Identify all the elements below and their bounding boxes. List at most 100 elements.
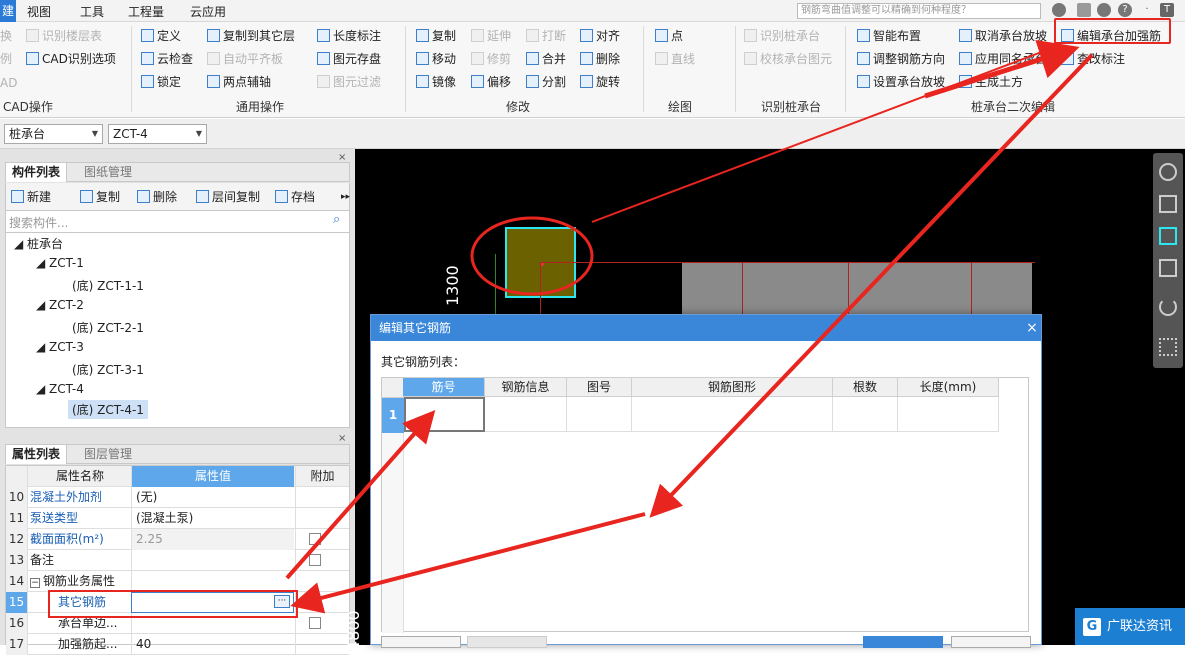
user-avatar-icon[interactable]: [1052, 3, 1066, 17]
cell-count[interactable]: [833, 397, 898, 432]
view-3d-icon[interactable]: [1159, 195, 1177, 213]
close-icon[interactable]: ×: [338, 433, 346, 444]
component-name-select[interactable]: ZCT-4 ▼: [108, 124, 207, 144]
draw-line-button[interactable]: 直线: [655, 50, 695, 68]
dialog-button-left-2[interactable]: [467, 636, 547, 648]
grid-view-icon[interactable]: [1159, 338, 1177, 356]
cad-options-button[interactable]: CAD识别选项: [26, 50, 116, 68]
copy-between-floors-button[interactable]: 层间复制: [196, 188, 260, 206]
help-icon[interactable]: ?: [1118, 3, 1132, 17]
tree-leaf[interactable]: (底) ZCT-2-1: [72, 319, 144, 336]
more-icon[interactable]: ·: [1140, 3, 1154, 17]
col-count[interactable]: 根数: [833, 377, 898, 397]
cancel-slope-button[interactable]: 取消承台放坡: [959, 27, 1047, 45]
adjust-rebar-direction-button[interactable]: 调整钢筋方向: [857, 50, 945, 68]
orbit-icon[interactable]: [1159, 163, 1177, 181]
split-button[interactable]: 分割: [526, 73, 566, 91]
tab-layer-manage[interactable]: 图层管理: [78, 445, 138, 464]
menu-quantity[interactable]: 工程量: [128, 3, 164, 20]
new-component-button[interactable]: 新建: [11, 188, 51, 206]
archive-button[interactable]: 存档: [275, 188, 315, 206]
delete-component-button[interactable]: 删除: [137, 188, 177, 206]
tree-group[interactable]: ◢ ZCT-3: [36, 340, 84, 354]
help-search-input[interactable]: 钢筋弯曲值调整可以精确到何种程度？: [797, 3, 1041, 19]
edit-annotation-button[interactable]: 查改标注: [1061, 50, 1125, 68]
dialog-cancel-button[interactable]: [951, 636, 1031, 648]
extra-checkbox[interactable]: [309, 554, 321, 566]
draw-point-button[interactable]: 点: [655, 27, 683, 45]
tree-group[interactable]: ◢ ZCT-1: [36, 256, 84, 270]
length-dimension-button[interactable]: 长度标注: [317, 27, 381, 45]
tab-property-list[interactable]: 属性列表: [6, 445, 68, 464]
cell-figure-number[interactable]: [567, 397, 632, 432]
shirt-icon[interactable]: T: [1160, 3, 1174, 17]
extra-checkbox[interactable]: [309, 533, 321, 545]
property-value[interactable]: (无): [131, 487, 294, 508]
align-button[interactable]: 对齐: [580, 27, 620, 45]
dialog-button-left-1[interactable]: [381, 636, 461, 648]
bell-icon[interactable]: [1077, 3, 1091, 17]
cell-rebar-number[interactable]: [404, 397, 485, 432]
copy-component-button[interactable]: 复制: [80, 188, 120, 206]
more-chevron-icon[interactable]: ▸▸: [341, 188, 350, 206]
dialog-ok-button[interactable]: [863, 636, 943, 648]
tree-group[interactable]: ◢ ZCT-4: [36, 382, 84, 396]
menu-cloud[interactable]: 云应用: [190, 3, 226, 20]
delete-button[interactable]: 删除: [580, 50, 620, 68]
save-element-button[interactable]: 图元存盘: [317, 50, 381, 68]
menu-view[interactable]: 视图: [27, 3, 51, 20]
property-row[interactable]: 10 混凝土外加剂 (无): [6, 487, 349, 508]
property-value[interactable]: [131, 550, 294, 571]
col-rebar-number[interactable]: 筋号: [403, 377, 485, 397]
close-icon[interactable]: ×: [1023, 315, 1041, 341]
cell-rebar-shape[interactable]: [632, 397, 833, 432]
cloud-check-button[interactable]: 云检查: [141, 50, 193, 68]
tree-root[interactable]: ◢ 桩承台: [14, 235, 63, 252]
copy-to-floor-button[interactable]: 复制到其它层: [207, 27, 295, 45]
tree-leaf[interactable]: (底) ZCT-1-1: [72, 277, 144, 294]
element-filter-button[interactable]: 图元过滤: [317, 73, 381, 91]
component-search-input[interactable]: 搜索构件... ⌕: [5, 211, 350, 233]
rotate-button[interactable]: 旋转: [580, 73, 620, 91]
identify-pile-cap-button[interactable]: 识别桩承台: [744, 27, 820, 45]
trim-button[interactable]: 修剪: [471, 50, 511, 68]
merge-button[interactable]: 合并: [526, 50, 566, 68]
tab-drawing-manage[interactable]: 图纸管理: [78, 163, 138, 182]
property-row[interactable]: 13 备注: [6, 550, 349, 571]
col-figure-number[interactable]: 图号: [567, 377, 632, 397]
property-row[interactable]: 14 − 钢筋业务属性: [6, 571, 349, 592]
move-button[interactable]: 移动: [416, 50, 456, 68]
property-value[interactable]: (混凝土泵): [131, 508, 294, 529]
set-slope-button[interactable]: 设置承台放坡: [857, 73, 945, 91]
rotate-view-icon[interactable]: [1159, 298, 1177, 316]
component-type-select[interactable]: 桩承台 ▼: [4, 124, 103, 144]
offset-button[interactable]: 偏移: [471, 73, 511, 91]
collapse-icon[interactable]: −: [30, 578, 40, 588]
smart-layout-button[interactable]: 智能布置: [857, 27, 921, 45]
copy-button[interactable]: 复制: [416, 27, 456, 45]
generate-earthwork-button[interactable]: 生成土方: [959, 73, 1023, 91]
define-button[interactable]: 定义: [141, 27, 181, 45]
col-rebar-info[interactable]: 钢筋信息: [485, 377, 567, 397]
group-general[interactable]: 通用操作: [236, 98, 284, 115]
lock-button[interactable]: 锁定: [141, 73, 181, 91]
check-pile-cap-button[interactable]: 校核承台图元: [744, 50, 832, 68]
group-modify[interactable]: 修改: [506, 98, 530, 115]
break-button[interactable]: 打断: [526, 27, 566, 45]
property-row[interactable]: 12 截面面积(m²) 2.25: [6, 529, 349, 550]
two-point-axis-button[interactable]: 两点辅轴: [207, 73, 271, 91]
col-rebar-shape[interactable]: 钢筋图形: [632, 377, 833, 397]
extra-checkbox[interactable]: [309, 617, 321, 629]
tree-leaf-selected[interactable]: (底) ZCT-4-1: [68, 400, 148, 419]
menu-item-active[interactable]: 建: [0, 0, 16, 22]
pile-cap-row-element[interactable]: [682, 263, 1032, 319]
tree-leaf[interactable]: (底) ZCT-3-1: [72, 361, 144, 378]
tab-component-list[interactable]: 构件列表: [6, 163, 68, 182]
group-cad[interactable]: CAD操作: [3, 98, 53, 115]
identify-floor-table-button[interactable]: 识别楼层表: [26, 27, 102, 45]
apply-same-name-button[interactable]: 应用同名承台: [959, 50, 1047, 68]
mirror-button[interactable]: 镜像: [416, 73, 456, 91]
chat-icon[interactable]: [1097, 3, 1111, 17]
top-view-icon[interactable]: [1159, 227, 1177, 245]
auto-align-slab-button[interactable]: 自动平齐板: [207, 50, 283, 68]
